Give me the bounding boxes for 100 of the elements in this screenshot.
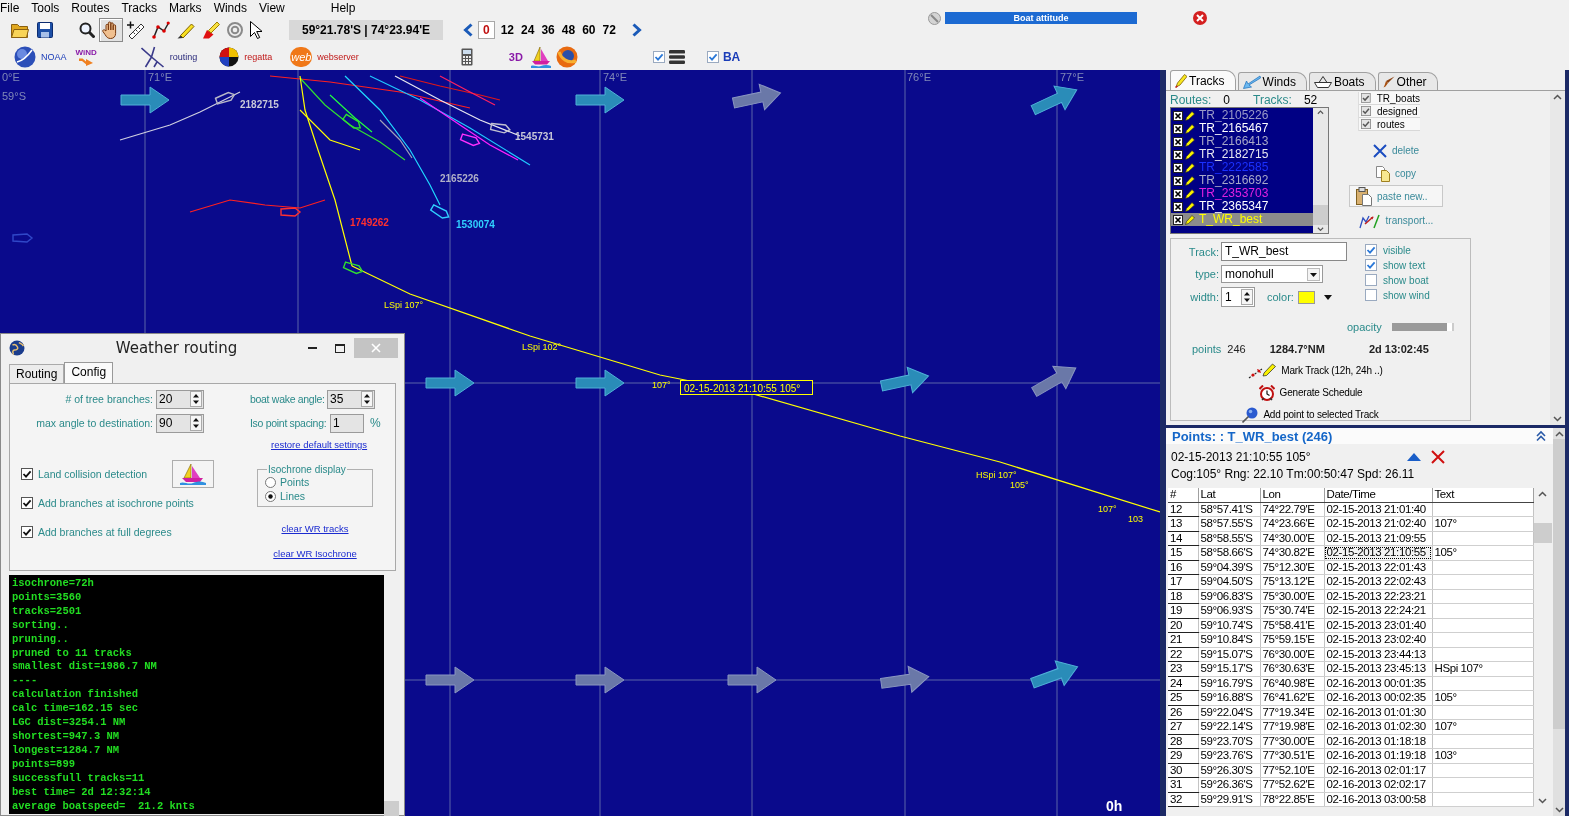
- spin-arrows-icon[interactable]: [361, 391, 373, 407]
- menu-item[interactable]: Winds: [213, 0, 247, 15]
- chevron-right-icon[interactable]: [631, 22, 642, 37]
- tab[interactable]: Routing: [9, 364, 65, 383]
- text-field[interactable]: T_WR_best: [1221, 242, 1347, 261]
- checkbox[interactable]: [1361, 93, 1371, 103]
- tab[interactable]: Tracks: [1170, 70, 1236, 90]
- scrollbar[interactable]: [1313, 108, 1328, 233]
- spin-arrows-icon[interactable]: [190, 391, 202, 407]
- schedule-button[interactable]: Generate Schedule: [1257, 383, 1364, 402]
- list-item[interactable]: TR_2166413: [1171, 135, 1313, 148]
- close-icon[interactable]: [1193, 11, 1207, 25]
- visibility-checkbox[interactable]: [1173, 188, 1183, 199]
- tab[interactable]: Other: [1377, 72, 1438, 90]
- column-header[interactable]: #: [1168, 488, 1198, 502]
- menu-item[interactable]: Tracks: [121, 0, 157, 15]
- list-item[interactable]: TR_2365347: [1171, 200, 1313, 213]
- tab[interactable]: Winds: [1237, 72, 1307, 90]
- checkbox[interactable]: [706, 51, 719, 63]
- column-header[interactable]: Lon: [1260, 488, 1324, 502]
- radio-button[interactable]: [265, 490, 276, 502]
- caret-icon[interactable]: [1323, 294, 1332, 300]
- boat-button[interactable]: [172, 459, 214, 488]
- checkbox[interactable]: [1365, 274, 1377, 286]
- list-item[interactable]: TR_2165467: [1171, 122, 1313, 135]
- launcher-button[interactable]: web webserver: [289, 46, 360, 68]
- list-item[interactable]: TR_2105226: [1171, 109, 1313, 122]
- clear-link[interactable]: clear WR tracks: [281, 523, 349, 534]
- radio-button[interactable]: [265, 476, 276, 488]
- column-header[interactable]: Lat: [1198, 488, 1260, 502]
- menu-item[interactable]: Tools: [31, 0, 60, 15]
- list-icon[interactable]: [668, 50, 685, 64]
- time-step[interactable]: 60: [579, 20, 599, 39]
- scroll-thumb[interactable]: [1313, 204, 1328, 225]
- checkbox[interactable]: [652, 51, 665, 63]
- visibility-checkbox[interactable]: [1173, 123, 1183, 134]
- menu-item[interactable]: File: [0, 0, 20, 15]
- launcher-button[interactable]: NOAA: [13, 45, 68, 69]
- color-swatch[interactable]: [1297, 290, 1315, 304]
- menu-item[interactable]: Routes: [71, 0, 110, 15]
- text-field[interactable]: 1: [330, 413, 364, 433]
- launcher-button[interactable]: WiND: [74, 47, 98, 67]
- list-item[interactable]: TR_2182715: [1171, 148, 1313, 161]
- list-item[interactable]: TR_2353703: [1171, 187, 1313, 200]
- list-item[interactable]: TR_2316692: [1171, 174, 1313, 187]
- menu-item[interactable]: View: [258, 0, 285, 15]
- collapse-icon[interactable]: [1535, 430, 1547, 442]
- launcher-button[interactable]: regatta: [218, 46, 274, 68]
- tool-button[interactable]: [99, 17, 123, 42]
- number-spinner[interactable]: 90: [156, 413, 204, 433]
- track-list[interactable]: TR_2105226 TR_2165467 TR_2166413 TR_2182715 TR_2222585 TR_2316692 TR_2353703 TR_2365347 T_WR_best: [1170, 107, 1329, 234]
- number-spinner[interactable]: 20: [156, 389, 204, 409]
- checkbox[interactable]: [1365, 259, 1377, 271]
- spin-arrows-icon[interactable]: [190, 415, 202, 431]
- column-header[interactable]: Text: [1432, 488, 1533, 502]
- add-point-button[interactable]: Add point to selected Track: [1241, 405, 1380, 424]
- time-step[interactable]: 36: [538, 20, 558, 39]
- checkbox[interactable]: [1361, 106, 1371, 116]
- time-step[interactable]: 24: [518, 20, 538, 39]
- time-step[interactable]: 72: [599, 20, 619, 39]
- number-spinner[interactable]: 35: [327, 389, 375, 409]
- visibility-checkbox[interactable]: [1173, 136, 1183, 147]
- mark-button[interactable]: Mark Track (12h, 24h ..): [1247, 361, 1384, 380]
- checkbox[interactable]: [1365, 244, 1377, 256]
- toolbar-button[interactable]: [529, 45, 552, 69]
- checkbox[interactable]: [21, 496, 33, 509]
- cancel-icon[interactable]: [928, 11, 941, 25]
- type-dropdown[interactable]: monohull: [1221, 265, 1323, 283]
- number-spinner[interactable]: 1: [1221, 287, 1255, 307]
- time-step[interactable]: 48: [558, 20, 579, 39]
- toolbar-button[interactable]: [459, 47, 474, 67]
- time-step[interactable]: 0: [478, 20, 495, 39]
- visibility-checkbox[interactable]: [1173, 201, 1183, 212]
- checkbox[interactable]: [21, 525, 33, 538]
- visibility-checkbox[interactable]: [1173, 214, 1183, 225]
- toolbar-button[interactable]: 3D: [507, 50, 524, 64]
- visibility-checkbox[interactable]: [1173, 162, 1183, 173]
- column-header[interactable]: Date/Time: [1324, 488, 1432, 502]
- spin-arrows-icon[interactable]: [1241, 289, 1253, 305]
- time-step[interactable]: 12: [497, 20, 518, 39]
- copy-button[interactable]: copy: [1374, 162, 1418, 185]
- checkbox[interactable]: [1361, 119, 1371, 129]
- menu-item[interactable]: Marks: [168, 0, 202, 15]
- transport-button[interactable]: transport...: [1357, 209, 1435, 232]
- visibility-checkbox[interactable]: [1173, 149, 1183, 160]
- scroll-thumb[interactable]: [384, 801, 399, 816]
- menu-item[interactable]: Help: [330, 0, 356, 15]
- paste-button[interactable]: paste new..: [1349, 185, 1443, 207]
- scroll-thumb[interactable]: [1553, 439, 1565, 729]
- scrollbar[interactable]: [1553, 428, 1565, 816]
- up-arrow-icon[interactable]: [1407, 453, 1421, 461]
- checkbox[interactable]: [21, 467, 33, 480]
- scrollbar[interactable]: [1550, 91, 1565, 425]
- chevron-left-icon[interactable]: [463, 22, 473, 37]
- checkbox[interactable]: [1365, 289, 1377, 301]
- delete-button[interactable]: delete: [1371, 139, 1421, 162]
- restore-defaults-link[interactable]: restore default settings: [271, 439, 368, 450]
- visibility-checkbox[interactable]: [1173, 175, 1183, 186]
- launcher-button[interactable]: routing: [139, 45, 199, 69]
- visibility-checkbox[interactable]: [1173, 110, 1183, 121]
